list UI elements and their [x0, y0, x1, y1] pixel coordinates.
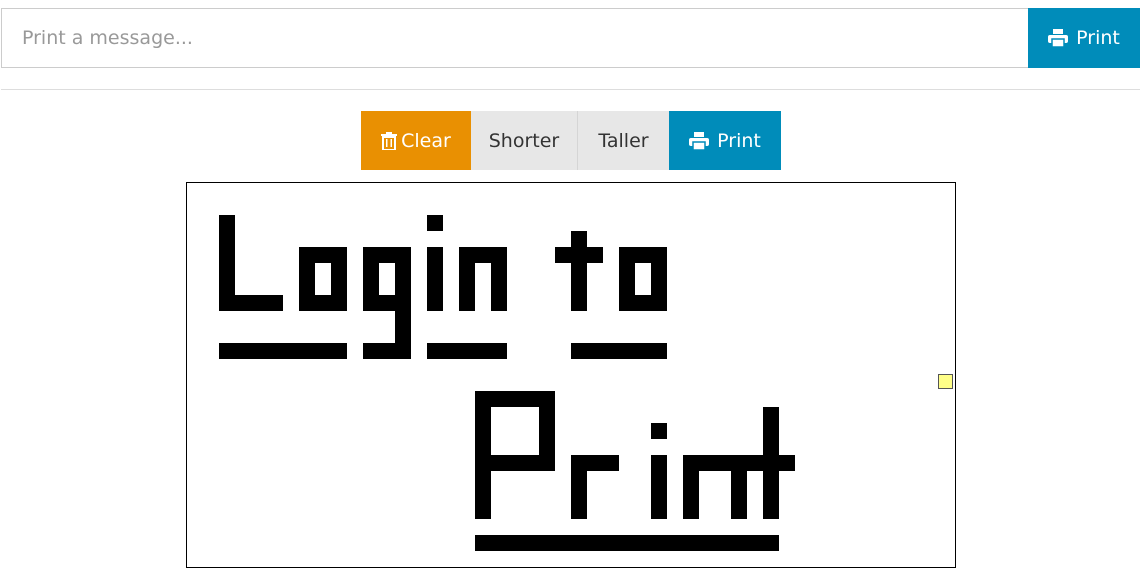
print-preview-canvas	[186, 182, 956, 568]
trash-icon	[381, 131, 398, 150]
printer-icon	[1048, 29, 1069, 47]
shorter-label: Shorter	[488, 129, 560, 152]
preview-toolbar: Clear Shorter Taller Print	[361, 111, 781, 170]
top-print-button[interactable]: Print	[1028, 8, 1140, 68]
message-bar: Print	[1, 8, 1140, 68]
preview-line-2	[475, 391, 795, 551]
print-label: Print	[717, 129, 761, 152]
clear-label: Clear	[401, 129, 451, 152]
taller-label: Taller	[598, 129, 649, 152]
top-print-label: Print	[1076, 27, 1120, 49]
preview-line-1	[219, 215, 667, 359]
clear-button[interactable]: Clear	[361, 111, 471, 170]
shorter-button[interactable]: Shorter	[471, 111, 578, 170]
divider	[1, 89, 1140, 90]
taller-button[interactable]: Taller	[578, 111, 669, 170]
pixel-text-preview	[219, 215, 795, 551]
message-input[interactable]	[1, 8, 1028, 68]
print-button[interactable]: Print	[669, 111, 781, 170]
canvas-resize-handle[interactable]	[938, 374, 953, 389]
printer-icon	[689, 131, 710, 150]
